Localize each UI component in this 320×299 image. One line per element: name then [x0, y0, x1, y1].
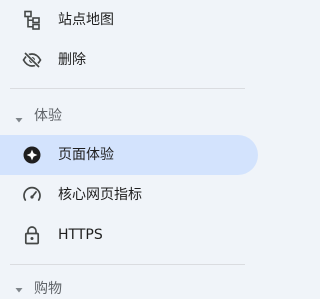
sidebar-item-https[interactable]: HTTPS — [0, 215, 255, 255]
lock-icon — [22, 225, 42, 245]
section-header-experience[interactable]: 体验 — [0, 97, 255, 133]
section-label: 体验 — [34, 108, 62, 124]
sidebar-item-label: 核心网页指标 — [58, 187, 142, 203]
sidebar-item-core-web-vitals[interactable]: 核心网页指标 — [0, 175, 255, 215]
sidebar-item-page-experience[interactable]: 页面体验 — [0, 135, 258, 175]
sidebar-item-label: 删除 — [58, 52, 86, 68]
sidebar-item-removals[interactable]: 删除 — [0, 40, 255, 80]
divider — [10, 88, 245, 89]
divider — [10, 264, 245, 265]
caret-down-icon — [14, 110, 24, 123]
sidebar-item-sitemap[interactable]: 站点地图 — [0, 0, 255, 40]
sitemap-icon — [22, 10, 42, 30]
eye-off-icon — [22, 50, 42, 70]
caret-down-icon — [14, 280, 24, 293]
sidebar-item-label: 站点地图 — [58, 12, 114, 28]
speedometer-icon — [22, 185, 42, 205]
section-label[interactable]: 购物 — [34, 278, 62, 298]
sidebar-item-label: 页面体验 — [58, 147, 114, 163]
sidebar-nav: 站点地图 删除 体验 页面体验 核心网页指标 HTTPS 购物 — [0, 0, 258, 297]
page-experience-icon — [22, 145, 42, 165]
sidebar-item-label: HTTPS — [58, 227, 103, 243]
